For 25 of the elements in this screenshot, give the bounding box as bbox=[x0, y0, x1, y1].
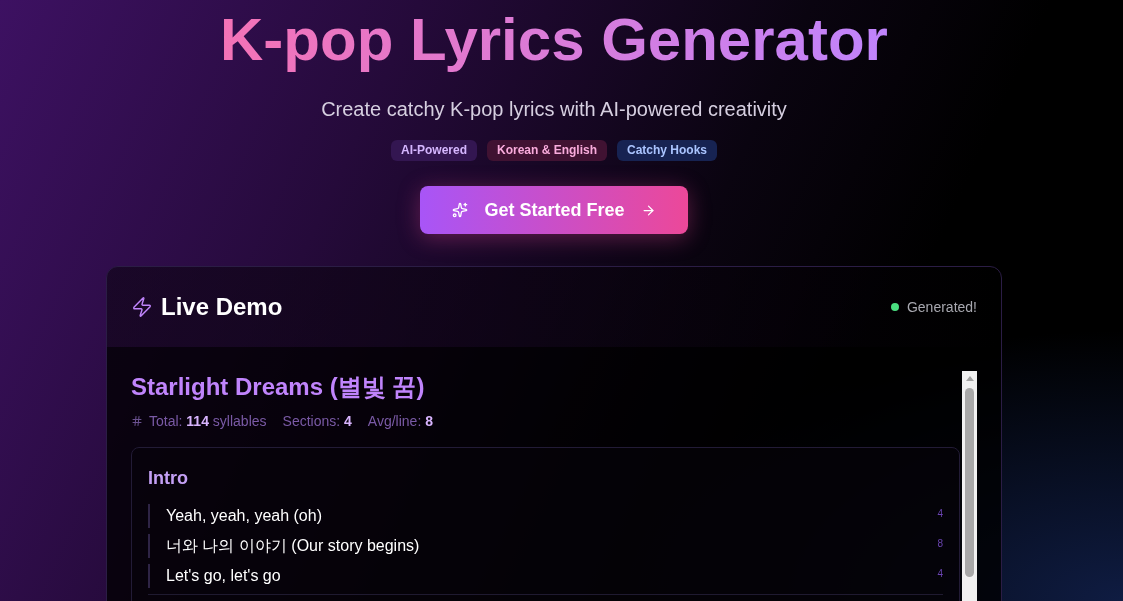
get-started-button[interactable]: Get Started Free bbox=[420, 186, 688, 234]
lyric-line: Let's go, let's go bbox=[166, 566, 281, 586]
stat-text: Sections: 4 bbox=[282, 412, 352, 431]
lyric-line: 너와 나의 이야기 (Our story begins) bbox=[166, 536, 420, 556]
scrollbar-thumb[interactable] bbox=[965, 388, 974, 577]
song-title: Starlight Dreams (별빛 꿈) bbox=[131, 372, 426, 402]
arrow-right-icon bbox=[640, 202, 656, 218]
stat-text: Total: 114 syllables bbox=[149, 412, 267, 431]
feature-tag: Korean & English bbox=[487, 140, 607, 161]
section-title: Intro bbox=[148, 467, 189, 490]
caret-up-icon[interactable] bbox=[965, 376, 974, 381]
stat-text: Avg/line: 8 bbox=[367, 412, 433, 431]
sparkles-icon bbox=[452, 202, 469, 218]
syllable-count: 8 bbox=[937, 537, 943, 551]
lightning-icon bbox=[131, 296, 153, 318]
syllable-count: 4 bbox=[937, 507, 943, 521]
scrollbar[interactable] bbox=[962, 371, 977, 601]
lyric-line: Yeah, yeah, yeah (oh) bbox=[166, 506, 322, 526]
demo-title: Live Demo bbox=[161, 292, 283, 322]
feature-tag: AI-Powered bbox=[390, 140, 477, 161]
status-text: Generated! bbox=[906, 298, 977, 317]
syllable-count: 4 bbox=[937, 567, 943, 581]
feature-tag: Catchy Hooks bbox=[617, 140, 718, 161]
subtitle: Create catchy K-pop lyrics with AI-powered creativity bbox=[321, 97, 787, 122]
hash-icon bbox=[131, 415, 143, 427]
